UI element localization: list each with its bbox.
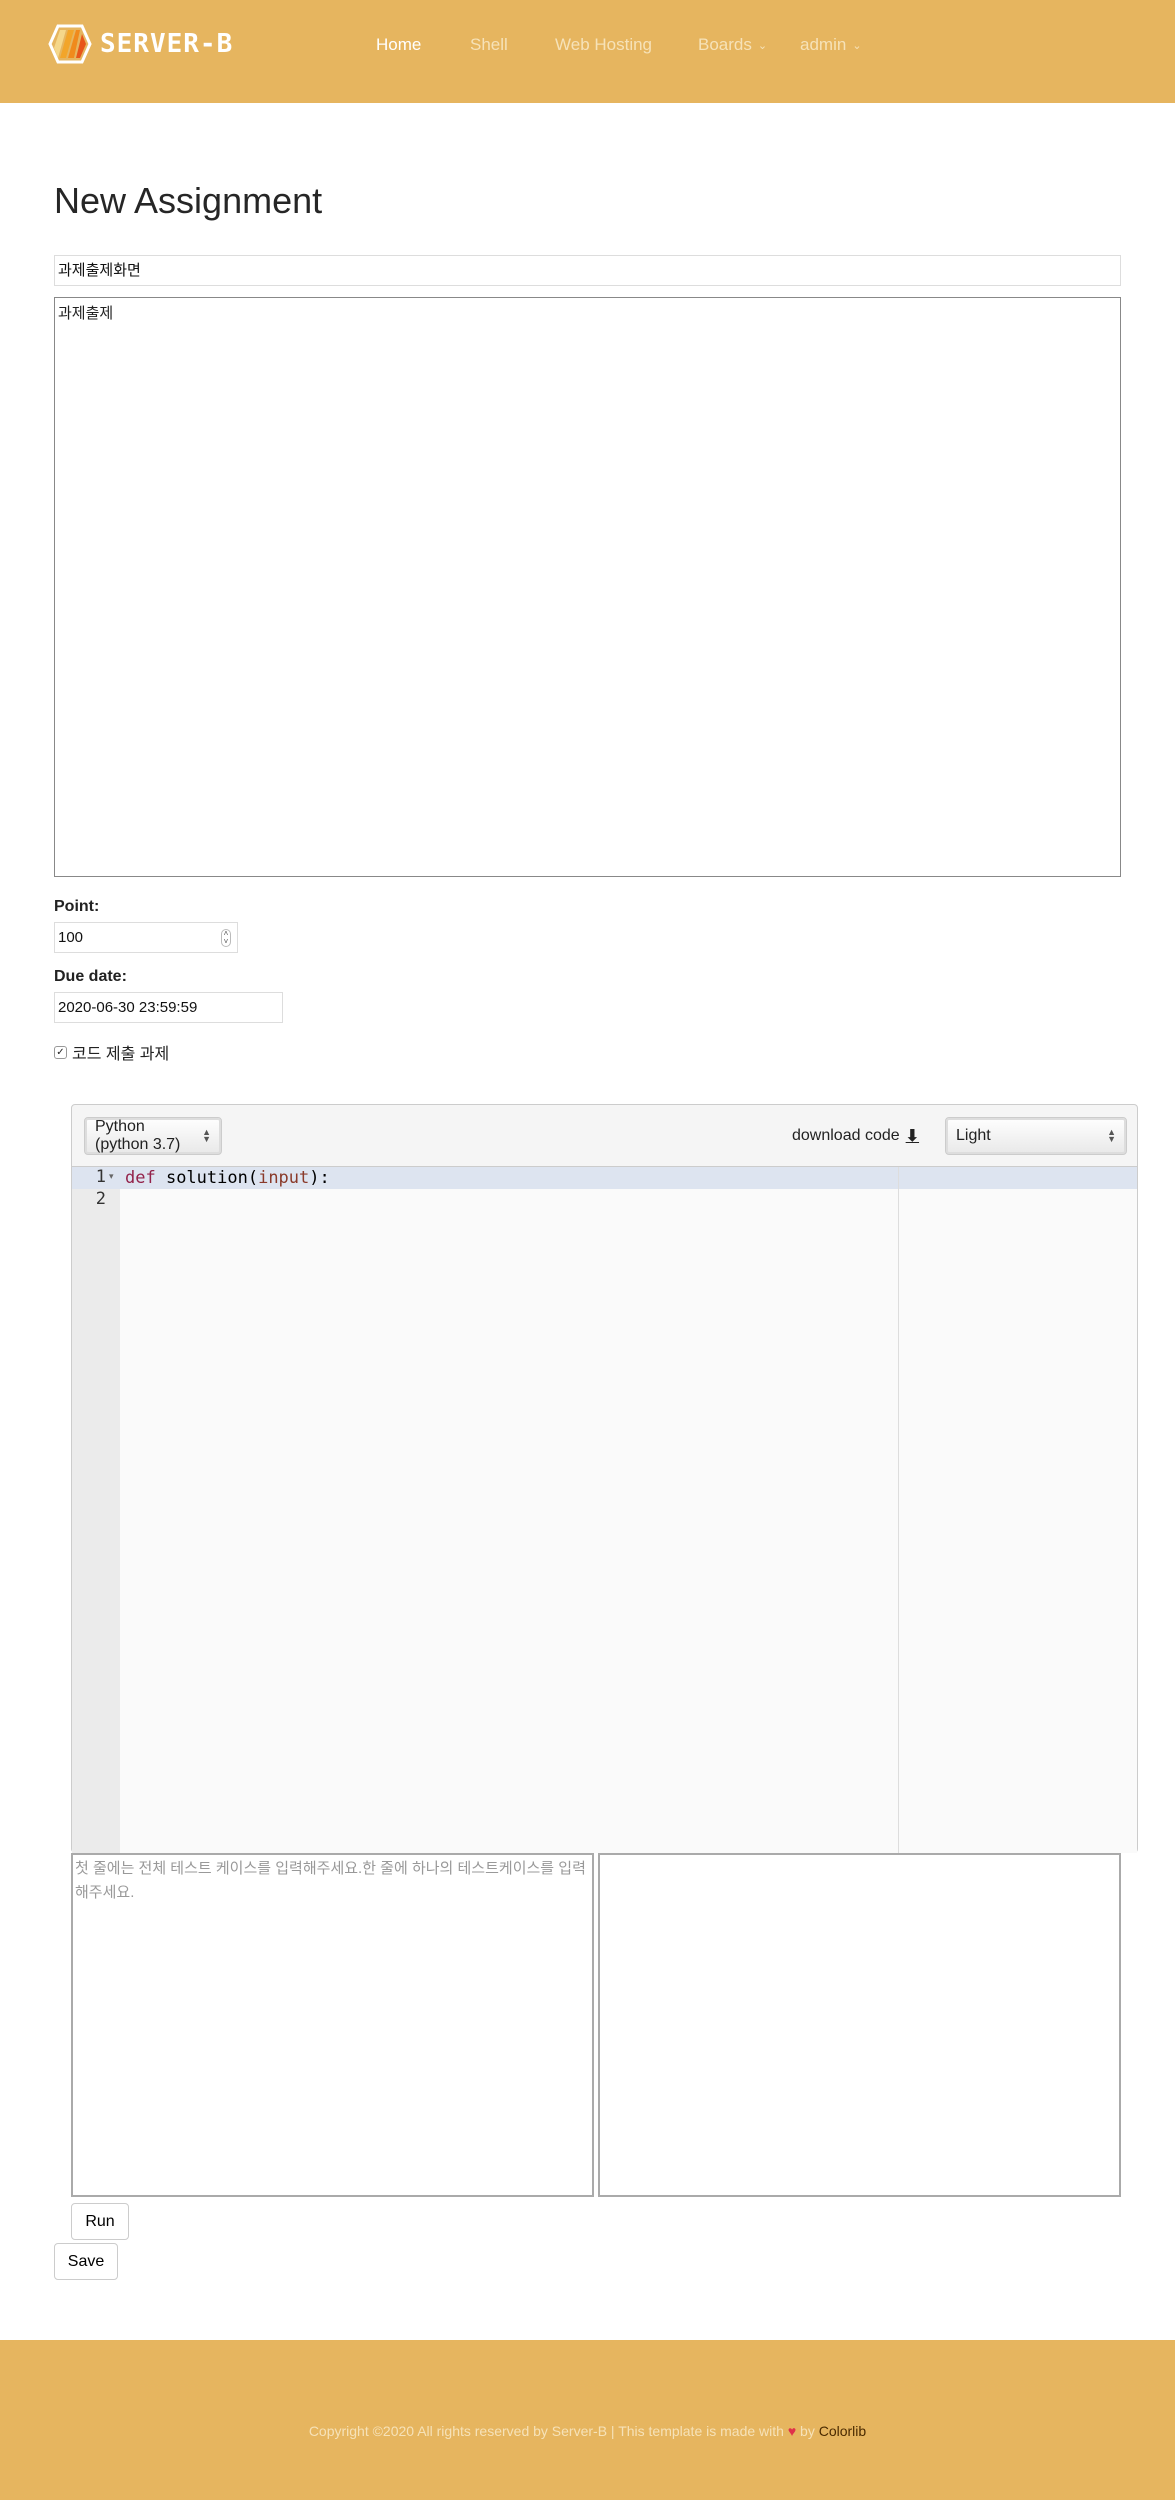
by-text: by [796,2423,819,2439]
download-code-button[interactable]: download code ⬇ [792,1126,919,1146]
theme-select[interactable]: Light ▲ ▼ [945,1117,1127,1155]
code-line: def solution(input): [125,1168,330,1188]
chevron-down-icon: ⌄ [757,39,768,52]
language-value: Python (python 3.7) [95,1118,181,1153]
code-argument: input [258,1168,310,1188]
point-value: 100 [58,929,84,946]
select-arrows-icon: ▲ ▼ [1107,1127,1116,1144]
code-editor-panel: Python (python 3.7) ▲ ▼ download code ⬇ Lig… [71,1104,1138,1853]
print-margin [898,1167,899,1853]
theme-value: Light [956,1127,991,1144]
nav-label: Boards [698,35,752,54]
line-number: 2 [95,1189,106,1209]
logo-hexagon-icon [48,24,92,64]
nav-boards[interactable]: Boards ⌄ [698,35,767,55]
due-date-input[interactable]: 2020-06-30 23:59:59 [54,992,283,1023]
page-title: New Assignment [54,180,323,221]
description-textarea[interactable]: 과제출제 [54,297,1121,877]
copyright-text: Copyright ©2020 All rights reserved by S… [308,2423,784,2439]
nav-shell[interactable]: Shell [470,35,508,55]
due-date-label: Due date: [54,968,127,985]
footer [0,2340,1175,2500]
colorlib-link[interactable]: Colorlib [819,2423,866,2439]
checkbox-checked-icon[interactable]: ✓ [54,1045,67,1059]
testcase-output-area[interactable] [598,1853,1121,2197]
download-label: download code [792,1127,900,1144]
code-keyword: def [125,1168,156,1188]
code-text: solution( [155,1168,259,1188]
code-editor[interactable]: 1 ▾ 2 def solution(input): [72,1166,1137,1853]
run-button[interactable]: Run [71,2203,129,2240]
line-number: 1 [95,1167,106,1187]
nav-web-hosting[interactable]: Web Hosting [555,35,652,55]
nav-label: Home [376,35,422,54]
point-label: Point: [54,898,100,915]
nav-home[interactable]: Home [376,35,421,55]
fold-arrow-icon[interactable]: ▾ [109,1171,114,1182]
testcase-input-textarea[interactable]: 첫 줄에는 전체 테스트 케이스를 입력해주세요.한 줄에 하나의 테스트케이스… [71,1853,594,2197]
heart-icon: ♥ [787,2423,797,2439]
brand-name: SERVER-B [100,29,234,59]
footer-copyright: Copyright ©2020 All rights reserved by S… [0,2423,1175,2439]
code-text: ): [309,1168,330,1188]
nav-label: Shell [470,35,508,54]
stepper-icon[interactable]: ˄ ˅ [221,929,231,947]
logo[interactable]: SERVER-B [48,24,233,64]
editor-gutter [72,1167,120,1853]
language-select[interactable]: Python (python 3.7) ▲ ▼ [84,1117,222,1155]
nav-label: Web Hosting [555,35,653,54]
save-button[interactable]: Save [54,2243,118,2280]
point-input[interactable]: 100 ˄ ˅ [54,922,238,953]
select-arrows-icon: ▲ ▼ [202,1127,211,1144]
nav-label: admin [800,35,847,54]
title-input[interactable]: 과제출제화면 [54,255,1121,286]
download-icon: ⬇ [905,1128,920,1145]
chevron-down-icon: ⌄ [852,39,862,52]
checkbox-label: 코드 제출 과제 [72,1046,170,1063]
nav-admin[interactable]: admin ⌄ [800,35,862,55]
code-submission-checkbox[interactable]: ✓ 코드 제출 과제 [54,1040,169,1064]
